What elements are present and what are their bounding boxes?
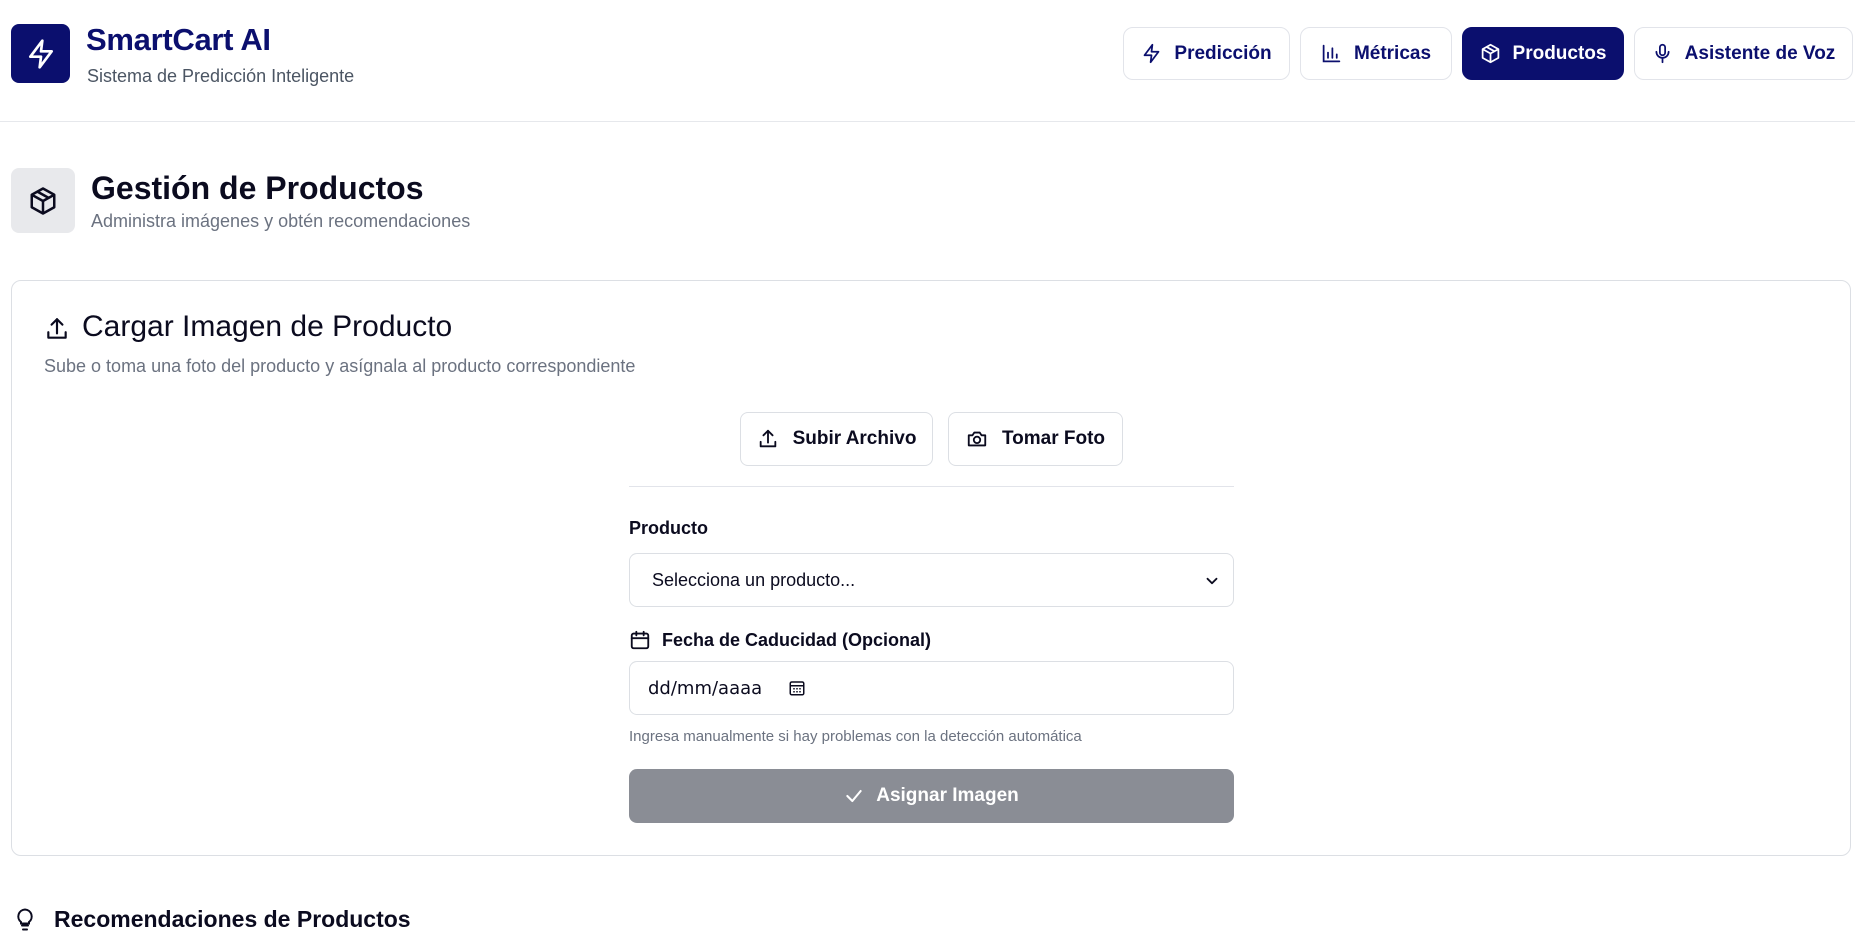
lightning-icon <box>1144 43 1160 64</box>
nav-asistente-voz-label: Asistente de Voz <box>1684 42 1836 64</box>
expiry-date-hint: Ingresa manualmente si hay problemas con… <box>629 728 1082 745</box>
nav-metricas-button[interactable]: Métricas <box>1300 27 1452 80</box>
product-select[interactable]: Selecciona un producto... <box>629 553 1234 607</box>
date-placeholder: dd/mm/aaaa <box>648 677 763 699</box>
upload-icon <box>47 318 67 339</box>
package-icon <box>30 186 56 215</box>
microphone-icon <box>1655 43 1670 64</box>
app-title: SmartCart AI <box>86 22 271 57</box>
recommendations-title: Recomendaciones de Productos <box>54 906 411 932</box>
calendar-icon <box>630 630 650 650</box>
assign-image-label: Asignar Imagen <box>876 785 1019 806</box>
lightbulb-icon <box>17 908 33 931</box>
upload-card-title: Cargar Imagen de Producto <box>82 310 453 343</box>
nav-productos-label: Productos <box>1512 42 1607 64</box>
divider <box>629 486 1234 487</box>
nav-productos-button[interactable]: Productos <box>1462 27 1624 80</box>
app-subtitle: Sistema de Predicción Inteligente <box>87 66 355 86</box>
expiry-date-label: Fecha de Caducidad (Opcional) <box>662 630 932 650</box>
package-icon <box>1481 43 1499 64</box>
upload-file-button[interactable]: Subir Archivo <box>740 412 933 466</box>
assign-image-button[interactable]: Asignar Imagen <box>629 769 1234 823</box>
product-select-value: Selecciona un producto... <box>652 569 856 590</box>
nav-prediccion-button[interactable]: Predicción <box>1123 27 1290 80</box>
check-icon <box>846 789 862 803</box>
calendar-picker-icon[interactable] <box>788 679 806 697</box>
page-title: Gestión de Productos <box>91 170 424 206</box>
upload-file-label: Subir Archivo <box>792 428 917 449</box>
app-logo[interactable] <box>11 24 70 83</box>
product-label: Producto <box>629 518 708 538</box>
camera-icon <box>967 431 987 447</box>
upload-card-description: Sube o toma una foto del producto y asíg… <box>44 356 636 376</box>
upload-icon <box>759 429 776 448</box>
take-photo-button[interactable]: Tomar Foto <box>948 412 1123 466</box>
page-icon-box <box>11 168 75 233</box>
take-photo-label: Tomar Foto <box>1001 428 1106 449</box>
nav-asistente-voz-button[interactable]: Asistente de Voz <box>1634 27 1853 80</box>
app-header: SmartCart AI Sistema de Predicción Intel… <box>0 0 1855 122</box>
nav-metricas-label: Métricas <box>1353 42 1432 64</box>
page-subtitle: Administra imágenes y obtén recomendacio… <box>91 211 471 231</box>
expiry-date-input[interactable]: dd/mm/aaaa <box>629 661 1234 715</box>
lightning-icon <box>28 38 53 69</box>
bar-chart-icon <box>1322 44 1341 63</box>
chevron-down-icon <box>1206 577 1218 585</box>
nav-prediccion-label: Predicción <box>1174 42 1272 64</box>
